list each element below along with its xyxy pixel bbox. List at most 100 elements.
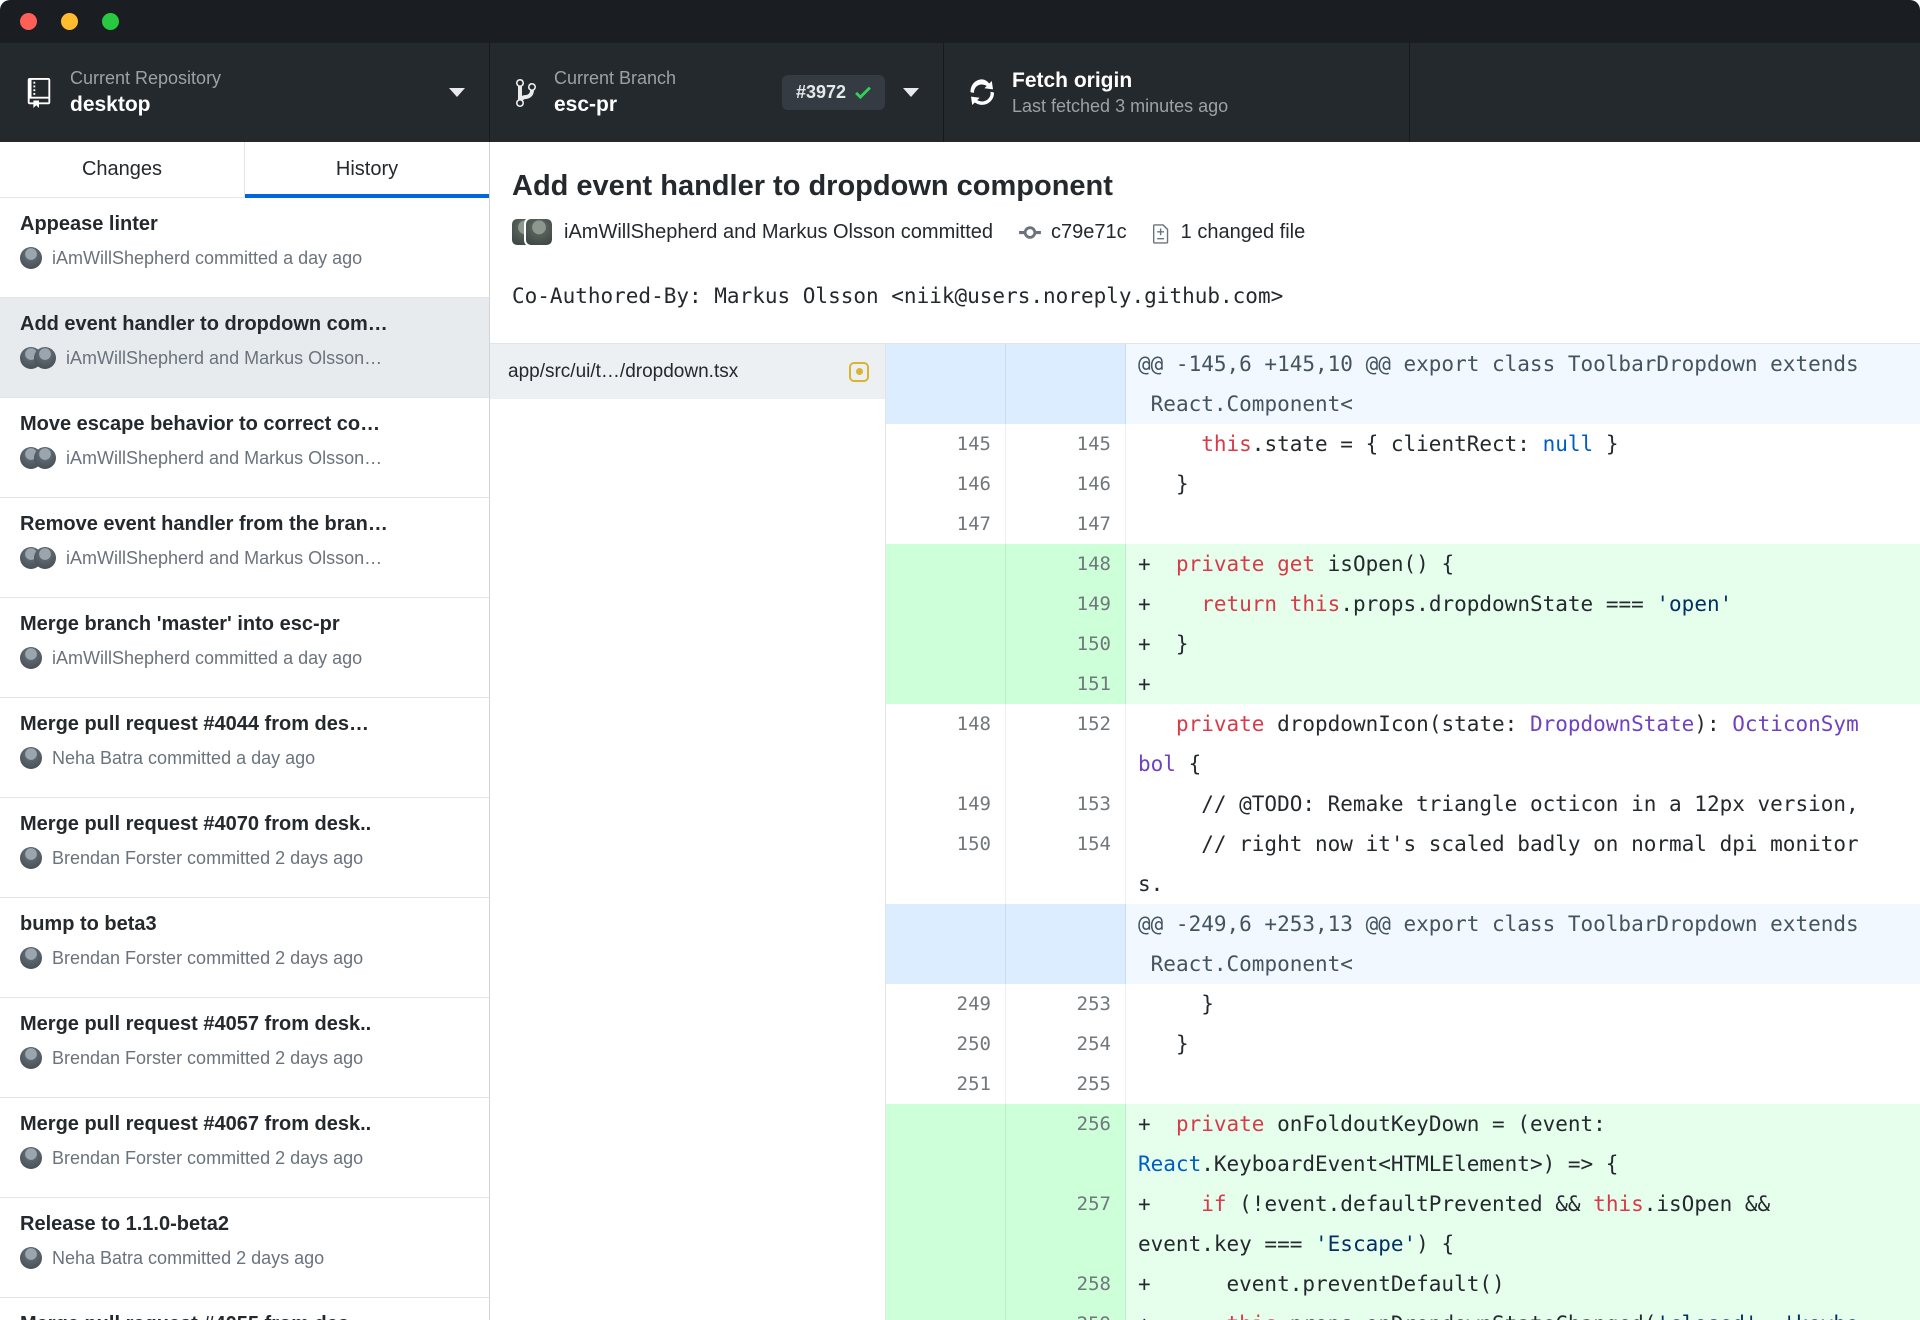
avatar-group	[20, 847, 42, 869]
commit-list-meta: iAmWillShepherd committed a day ago	[20, 647, 469, 669]
github-desktop-window: Current Repository desktop Current Branc…	[0, 0, 1920, 1320]
diff-row: 258 + event.preventDefault()	[886, 1264, 1920, 1304]
file-path: app/src/ui/t…/dropdown.tsx	[508, 360, 739, 382]
fetch-origin-button[interactable]: Fetch origin Last fetched 3 minutes ago	[944, 43, 1410, 142]
code-segment: ,	[1758, 1312, 1783, 1320]
commit-list-meta-text: Brendan Forster committed 2 days ago	[52, 1047, 364, 1068]
diff-old-line-number	[886, 584, 1006, 624]
diff-old-line-number	[886, 664, 1006, 704]
history-item[interactable]: Merge pull request #4055 from des…Brenda…	[0, 1298, 489, 1320]
code-segment: isOpen() {	[1315, 552, 1455, 576]
pr-number-badge: #3972	[781, 75, 885, 110]
code-segment: DropdownState	[1529, 712, 1695, 736]
history-item[interactable]: Appease linter iAmWillShepherd committed …	[0, 198, 489, 298]
diff-old-line-number: 250	[886, 1024, 1006, 1064]
avatar	[20, 247, 42, 269]
history-item[interactable]: Merge pull request #4070 from desk.. Bren…	[0, 798, 489, 898]
changed-files-panel: app/src/ui/t…/dropdown.tsx	[490, 344, 886, 1320]
diff-code: }	[1126, 1024, 1920, 1064]
close-button[interactable]	[20, 13, 37, 30]
repo-icon	[26, 77, 52, 108]
check-icon	[855, 86, 871, 100]
history-item[interactable]: Merge pull request #4057 from desk.. Bren…	[0, 998, 489, 1098]
current-repository-button[interactable]: Current Repository desktop	[0, 43, 490, 142]
file-row[interactable]: app/src/ui/t…/dropdown.tsx	[490, 344, 885, 399]
diff-old-line-number: 146	[886, 464, 1006, 504]
commit-list-title: Add event handler to dropdown com…	[20, 313, 388, 335]
avatar-group	[20, 1247, 42, 1269]
avatar-group	[20, 547, 56, 569]
avatar	[20, 647, 42, 669]
code-segment: ) {	[1416, 1232, 1455, 1256]
code-segment: + }	[1138, 632, 1189, 656]
avatar	[20, 747, 42, 769]
minimize-button[interactable]	[61, 13, 78, 30]
diff-code	[1126, 1064, 1920, 1104]
avatar-group	[20, 347, 56, 369]
history-item[interactable]: Add event handler to dropdown com… iAmWil…	[0, 298, 489, 398]
diff-view: @@ -145,6 +145,10 @@ export class Toolba…	[886, 344, 1920, 1320]
diff-new-line-number: 152	[1006, 704, 1126, 784]
diff-new-line-number: 154	[1006, 824, 1126, 904]
diff-code: +	[1126, 664, 1920, 704]
tab-changes[interactable]: Changes	[0, 142, 244, 197]
commit-title: Add event handler to dropdown component	[512, 170, 1113, 202]
main-panel: Add event handler to dropdown component …	[490, 142, 1920, 1320]
code-segment: }	[1138, 472, 1189, 496]
history-item[interactable]: Merge pull request #4067 from desk.. Bren…	[0, 1098, 489, 1198]
tab-history[interactable]: History	[244, 142, 489, 198]
diff-code: @@ -249,6 +253,13 @@ export class Toolba…	[1126, 904, 1920, 984]
commit-header: Add event handler to dropdown component …	[490, 142, 1920, 260]
avatar	[20, 1047, 42, 1069]
diff-row: 147 147	[886, 504, 1920, 544]
fetch-origin-title: Fetch origin	[1012, 68, 1133, 92]
diff-old-line-number	[886, 1104, 1006, 1184]
commit-description: Co-Authored-By: Markus Olsson <niik@user…	[490, 260, 1920, 344]
diff-code: + event.preventDefault()	[1126, 1264, 1920, 1304]
avatar-group	[20, 447, 56, 469]
diff-row: 148 152 private dropdownIcon(state: Dropd…	[886, 704, 1920, 784]
diff-row: 257 + if (!event.defaultPrevented && this…	[886, 1184, 1920, 1264]
diff-code: + return this.props.dropdownState === 'o…	[1126, 584, 1920, 624]
history-item[interactable]: Merge pull request #4044 from des… Neha B…	[0, 698, 489, 798]
code-segment: @@ -249,6 +253,13 @@ export class Toolba…	[1138, 912, 1859, 976]
diff-old-line-number: 150	[886, 824, 1006, 904]
code-segment: dropdownIcon(state:	[1264, 712, 1530, 736]
diff-row: 150 154 // right now it's scaled badly on…	[886, 824, 1920, 904]
diff-row: 149 + return this.props.dropdownState ===…	[886, 584, 1920, 624]
avatar	[20, 847, 42, 869]
commit-list-meta-text: Neha Batra committed 2 days ago	[52, 1247, 325, 1268]
code-segment: }	[1138, 992, 1214, 1016]
diff-old-line-number	[886, 1304, 1006, 1320]
code-segment: private get	[1175, 552, 1316, 576]
diff-new-line-number: 254	[1006, 1024, 1126, 1064]
modified-file-icon	[849, 361, 869, 382]
code-segment: 'open'	[1656, 592, 1733, 616]
code-segment: @@ -145,6 +145,10 @@ export class Toolba…	[1138, 352, 1859, 416]
diff-row: 149 153 // @TODO: Remake triangle octicon…	[886, 784, 1920, 824]
code-segment: +	[1138, 1312, 1227, 1320]
diff-code: + this.props.onDropdownStateChanged('clo…	[1126, 1304, 1920, 1320]
avatar	[34, 547, 56, 569]
titlebar	[0, 0, 1920, 43]
history-item[interactable]: Merge branch 'master' into esc-pr iAmWill…	[0, 598, 489, 698]
chevron-down-icon	[903, 88, 919, 97]
diff-row: 151 +	[886, 664, 1920, 704]
code-segment: null	[1542, 432, 1594, 456]
history-item[interactable]: Release to 1.1.0-beta2 Neha Batra committ…	[0, 1198, 489, 1298]
commit-list-title: bump to beta3	[20, 913, 157, 935]
code-segment: ):	[1694, 712, 1733, 736]
avatar	[20, 947, 42, 969]
diff-area: app/src/ui/t…/dropdown.tsx @@ -145,6 +14…	[490, 344, 1920, 1320]
history-item[interactable]: bump to beta3 Brendan Forster committed 2…	[0, 898, 489, 998]
history-item[interactable]: Remove event handler from the bran… iAmWi…	[0, 498, 489, 598]
diff-old-line-number: 148	[886, 704, 1006, 784]
current-branch-button[interactable]: Current Branch esc-pr #3972	[490, 43, 944, 142]
diff-code: + private onFoldoutKeyDown = (event: Rea…	[1126, 1104, 1920, 1184]
history-item[interactable]: Move escape behavior to correct co… iAmWi…	[0, 398, 489, 498]
diff-old-line-number: 149	[886, 784, 1006, 824]
diff-new-line-number: 150	[1006, 624, 1126, 664]
diff-old-line-number: 249	[886, 984, 1006, 1024]
zoom-button[interactable]	[102, 13, 119, 30]
